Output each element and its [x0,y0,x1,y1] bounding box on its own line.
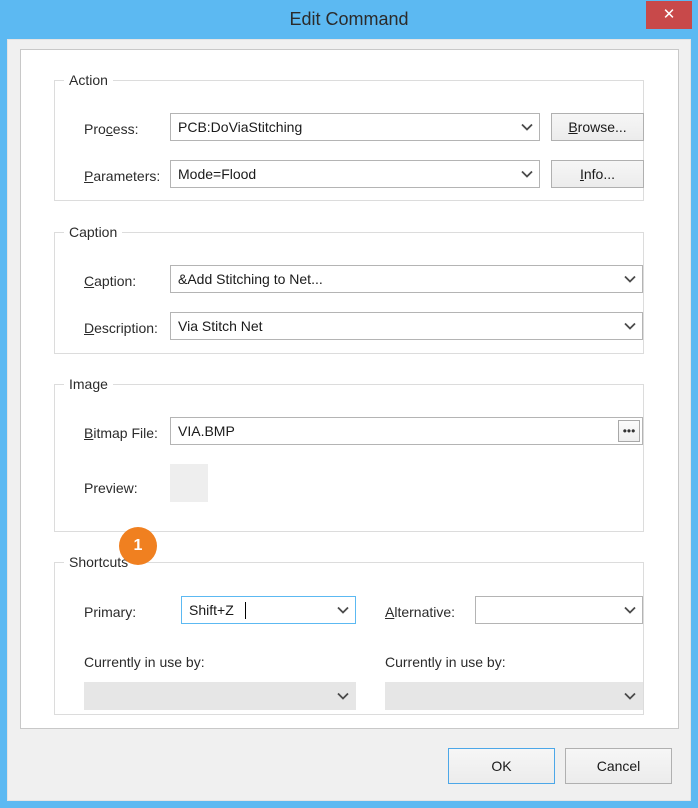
text-caret [245,602,246,619]
description-combo[interactable]: Via Stitch Net [170,312,643,340]
chevron-down-icon [618,266,642,292]
label-primary: Primary: [84,604,136,620]
edit-command-dialog: Edit Command ✕ Action Process: PCB:DoVia… [0,0,698,808]
primary-in-use-by-value [92,683,329,709]
label-caption: Caption: [84,273,136,289]
chevron-down-icon [618,313,642,339]
chevron-down-icon [618,683,642,709]
preview-swatch [170,464,208,502]
chevron-down-icon [618,597,642,623]
dialog-body: Action Process: PCB:DoViaStitching Brows… [7,39,691,801]
close-icon[interactable]: ✕ [646,1,692,29]
page-title: Edit Command [0,0,698,39]
label-alternative: Alternative: [385,604,455,620]
group-image-legend: Image [64,376,113,392]
label-process: Process: [84,121,138,137]
ok-button[interactable]: OK [448,748,555,784]
caption-combo-value: &Add Stitching to Net... [178,266,616,292]
label-preview: Preview: [84,480,138,496]
label-parameters: Parameters: [84,168,160,184]
chevron-down-icon [331,683,355,709]
annotation-badge-1: 1 [119,527,157,565]
label-primary-in-use-by: Currently in use by: [84,654,205,670]
primary-shortcut-value: Shift+Z [189,597,329,623]
caption-combo[interactable]: &Add Stitching to Net... [170,265,643,293]
alternative-in-use-by-value [393,683,616,709]
alternative-shortcut-value [483,597,616,623]
parameters-combo-value: Mode=Flood [178,161,513,187]
primary-shortcut-combo[interactable]: Shift+Z [181,596,356,624]
info-button[interactable]: Info... [551,160,644,188]
group-caption: Caption Caption: &Add Stitching to Net..… [54,232,644,354]
group-action: Action Process: PCB:DoViaStitching Brows… [54,80,644,201]
client-area: Action Process: PCB:DoViaStitching Brows… [20,49,679,729]
label-description: Description: [84,320,158,336]
group-caption-legend: Caption [64,224,122,240]
group-shortcuts: Shortcuts Primary: Shift+Z Alternative: [54,562,644,715]
description-combo-value: Via Stitch Net [178,313,616,339]
alternative-in-use-by-combo[interactable] [385,682,643,710]
browse-button[interactable]: Browse... [551,113,644,141]
bitmap-file-value: VIA.BMP [178,418,614,444]
browse-file-icon[interactable]: ••• [618,420,640,442]
chevron-down-icon [515,114,539,140]
cancel-button[interactable]: Cancel [565,748,672,784]
process-combo-value: PCB:DoViaStitching [178,114,513,140]
group-image: Image Bitmap File: VIA.BMP ••• Preview: [54,384,644,532]
parameters-combo[interactable]: Mode=Flood [170,160,540,188]
bitmap-file-input[interactable]: VIA.BMP ••• [170,417,643,445]
label-bitmap-file: Bitmap File: [84,425,158,441]
label-alternative-in-use-by: Currently in use by: [385,654,506,670]
group-action-legend: Action [64,72,113,88]
primary-in-use-by-combo[interactable] [84,682,356,710]
chevron-down-icon [515,161,539,187]
title-bar: Edit Command ✕ [0,0,698,39]
process-combo[interactable]: PCB:DoViaStitching [170,113,540,141]
alternative-shortcut-combo[interactable] [475,596,643,624]
chevron-down-icon [331,597,355,623]
